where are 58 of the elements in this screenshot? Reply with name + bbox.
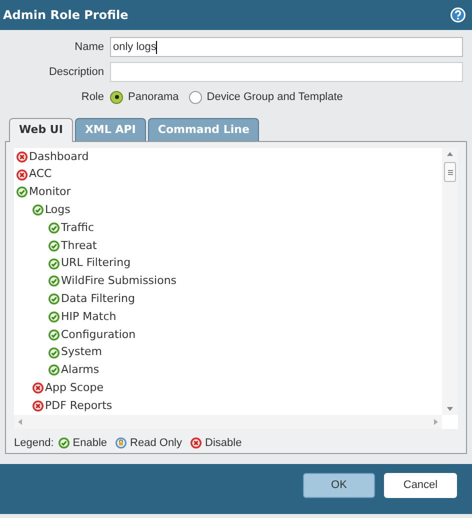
description-field[interactable]	[110, 62, 463, 82]
tree-item[interactable]: ACC	[14, 166, 442, 184]
check-icon	[48, 346, 60, 359]
down-arrow-icon[interactable]	[447, 407, 453, 411]
name-field[interactable]: only logs	[110, 37, 463, 57]
tree-item[interactable]: URL Filtering	[14, 254, 442, 273]
cross-icon	[32, 382, 44, 394]
legend-label: Legend:	[14, 436, 54, 451]
check-icon	[32, 204, 44, 216]
role-label: Role	[80, 90, 104, 105]
tab[interactable]: Web UI	[9, 118, 73, 142]
legend-text: Read Only	[130, 436, 182, 451]
legend-text: Enable	[72, 436, 108, 451]
scroll-thumb[interactable]	[444, 162, 456, 182]
right-arrow-icon[interactable]	[434, 419, 438, 425]
check-icon	[48, 293, 60, 306]
radio-label: Device Group and Template	[206, 90, 343, 105]
tree-item[interactable]: Traffic	[14, 219, 442, 237]
description-label: Description	[48, 64, 104, 80]
tree-item[interactable]: System	[14, 344, 442, 362]
cross-icon	[190, 437, 202, 450]
check-icon	[48, 275, 60, 288]
radio-button[interactable]	[110, 90, 123, 104]
radio-button[interactable]	[188, 90, 202, 104]
check-icon	[48, 311, 60, 324]
tree-item[interactable]: HIP Match	[14, 308, 442, 326]
check-icon	[16, 186, 28, 198]
tree-item[interactable]: PDF Reports	[14, 397, 442, 415]
up-arrow-icon[interactable]	[447, 152, 453, 156]
tree-item[interactable]: App Scope	[14, 379, 442, 398]
tree-item[interactable]: Threat	[14, 236, 442, 255]
lock-icon	[115, 437, 128, 450]
tree-item[interactable]: Monitor	[14, 184, 442, 202]
check-icon	[48, 328, 60, 341]
check-icon	[58, 437, 70, 450]
tree-item[interactable]: Data Filtering	[14, 290, 442, 308]
window-title: Admin Role Profile	[3, 7, 128, 24]
tree-item[interactable]: Alarms	[14, 362, 442, 380]
radio-label: Panorama	[128, 90, 179, 105]
check-icon	[48, 222, 60, 234]
cross-icon	[16, 150, 28, 163]
cancel-button[interactable]: Cancel	[384, 473, 457, 498]
cross-icon	[32, 400, 44, 412]
check-icon	[48, 258, 60, 270]
tree-item[interactable]: WildFire Submissions	[14, 272, 442, 290]
left-arrow-icon[interactable]	[18, 419, 22, 425]
cross-icon	[16, 168, 28, 181]
ok-button[interactable]: OK	[303, 473, 375, 498]
horizontal-scrollbar[interactable]	[14, 415, 442, 429]
tree-item[interactable]: Configuration	[14, 326, 442, 344]
tree-item[interactable]: Logs	[14, 201, 442, 220]
vertical-scrollbar[interactable]	[442, 148, 458, 415]
legend-text: Disable	[205, 436, 242, 451]
help-icon[interactable]	[450, 7, 466, 23]
name-label: Name	[74, 40, 104, 55]
check-icon	[48, 364, 60, 376]
check-icon	[48, 240, 60, 252]
tree-item[interactable]: Dashboard	[14, 148, 442, 166]
